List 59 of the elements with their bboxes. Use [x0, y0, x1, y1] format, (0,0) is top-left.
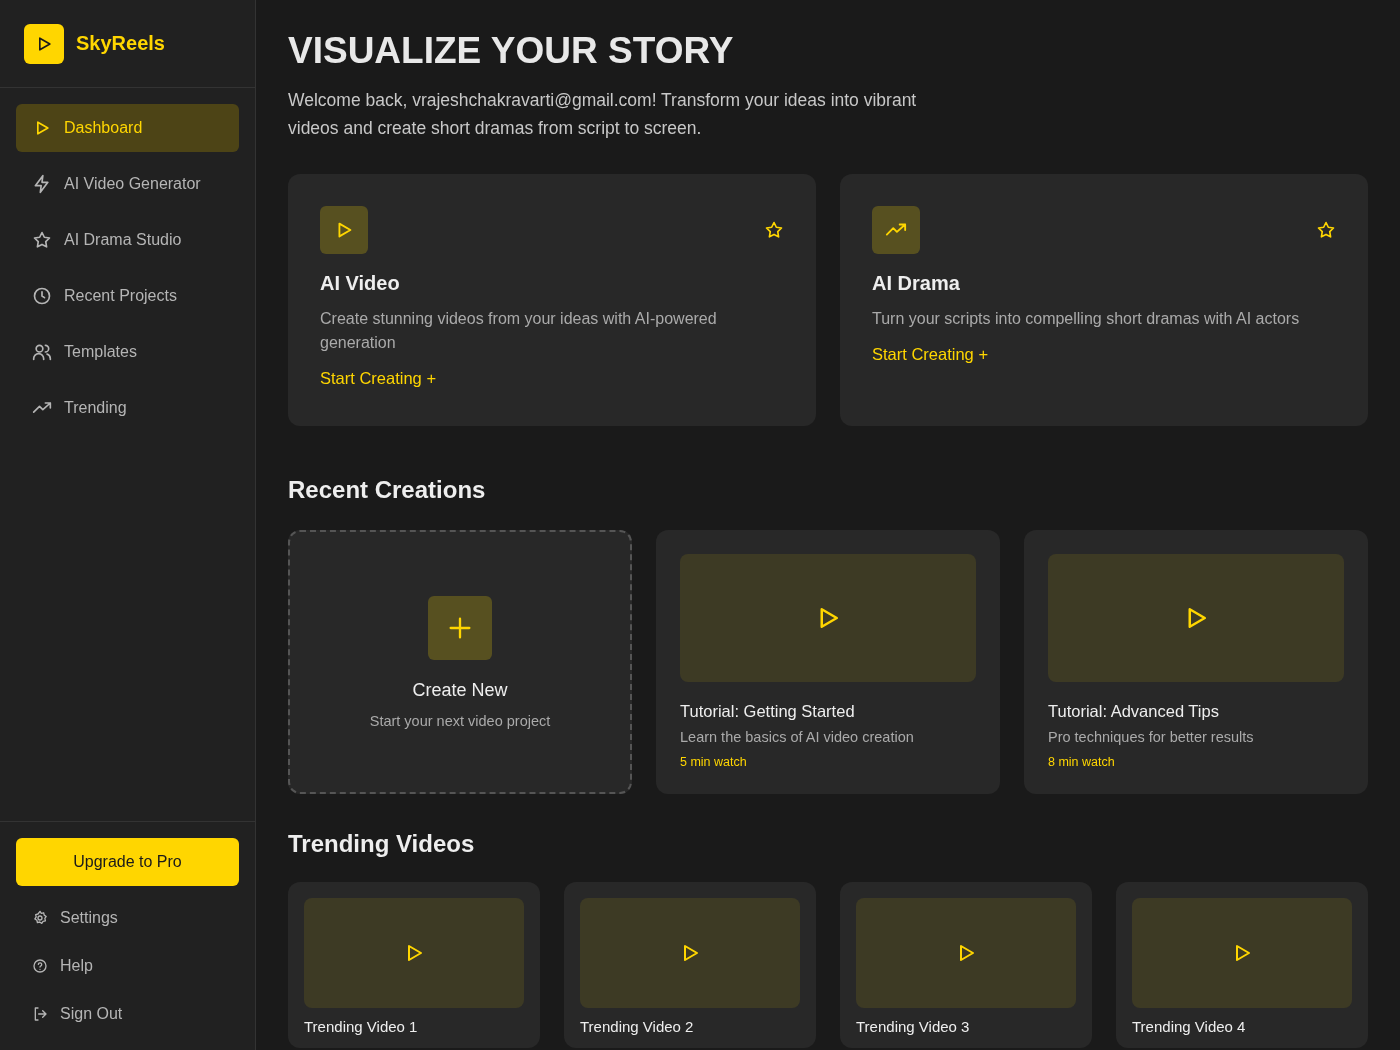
- video-card[interactable]: Trending Video 4: [1116, 882, 1368, 1048]
- page-title: VISUALIZE YOUR STORY: [288, 30, 735, 72]
- tutorial-card[interactable]: Tutorial: Advanced Tips Pro techniques for better results 8 min watch: [1024, 530, 1368, 794]
- duration-label: 8 min watch: [1048, 755, 1116, 769]
- star-icon: [32, 230, 52, 250]
- start-creating-link[interactable]: Start Creating +: [872, 345, 988, 364]
- card-description: Turn your scripts into compelling short dramas with AI actors: [872, 309, 1301, 329]
- video-thumbnail[interactable]: [1132, 898, 1352, 1008]
- star-icon[interactable]: [764, 220, 784, 240]
- help-icon: [32, 958, 48, 974]
- card-title: AI Video: [320, 272, 401, 295]
- tutorial-card[interactable]: Tutorial: Getting Started Learn the basics of AI video creation 5 min watch: [656, 530, 1000, 794]
- users-icon: [32, 342, 52, 362]
- video-thumbnail[interactable]: [680, 554, 976, 682]
- star-icon[interactable]: [1316, 220, 1336, 240]
- sidebar-footer-item[interactable]: Sign Out: [16, 990, 239, 1038]
- card-title: AI Drama: [872, 272, 961, 295]
- card-description: Create stunning videos from your ideas with AI-powered generation: [320, 309, 718, 353]
- video-card[interactable]: Trending Video 3: [840, 882, 1092, 1048]
- sidebar-item[interactable]: Trending: [16, 384, 239, 432]
- brand-name: SkyReels: [76, 32, 165, 55]
- sidebar-item[interactable]: AI Drama Studio: [16, 216, 239, 264]
- upgrade-button[interactable]: Upgrade to Pro: [16, 838, 239, 886]
- sidebar-item[interactable]: Recent Projects: [16, 272, 239, 320]
- video-title: Trending Video 1: [304, 1018, 419, 1035]
- card-title: Create New: [412, 679, 508, 701]
- settings-icon: [32, 910, 48, 926]
- video-title: Trending Video 3: [856, 1018, 971, 1035]
- video-card[interactable]: Trending Video 1: [288, 882, 540, 1048]
- play-icon: [320, 206, 368, 254]
- video-title: Trending Video 4: [1132, 1018, 1247, 1035]
- sidebar-footer-item[interactable]: Help: [16, 942, 239, 990]
- welcome-text: Welcome back, vrajeshchakravarti@gmail.com! Transform your ideas into vibrant videos and create short dramas from script to screen.: [288, 89, 918, 140]
- duration-label: 5 min watch: [680, 755, 748, 769]
- video-thumbnail[interactable]: [580, 898, 800, 1008]
- video-thumbnail[interactable]: [304, 898, 524, 1008]
- clock-icon: [32, 286, 52, 306]
- video-title: Trending Video 2: [580, 1018, 695, 1035]
- plus-icon: [428, 595, 492, 660]
- lightning-icon: [32, 174, 52, 194]
- section-title: Recent Creations: [288, 476, 487, 504]
- video-thumbnail[interactable]: [856, 898, 1076, 1008]
- section-title: Trending Videos: [288, 830, 476, 858]
- sidebar-item[interactable]: Templates: [16, 328, 239, 376]
- sidebar-item[interactable]: Dashboard: [16, 104, 239, 152]
- video-card[interactable]: Trending Video 2: [564, 882, 816, 1048]
- sign-out-icon: [32, 1006, 48, 1022]
- card-description: Pro techniques for better results: [1048, 729, 1255, 745]
- create-new-card[interactable]: Create New Start your next video project: [288, 530, 632, 794]
- card-description: Learn the basics of AI video creation: [680, 729, 915, 745]
- card-description: Start your next video project: [369, 712, 551, 729]
- video-thumbnail[interactable]: [1048, 554, 1344, 682]
- start-creating-link[interactable]: Start Creating +: [320, 369, 436, 388]
- logo-icon: [24, 23, 64, 64]
- card-title: Tutorial: Getting Started: [680, 702, 856, 721]
- trend-icon: [872, 206, 920, 254]
- sidebar-footer-item[interactable]: Settings: [16, 894, 239, 942]
- sidebar-item[interactable]: AI Video Generator: [16, 160, 239, 208]
- card-title: Tutorial: Advanced Tips: [1048, 702, 1220, 721]
